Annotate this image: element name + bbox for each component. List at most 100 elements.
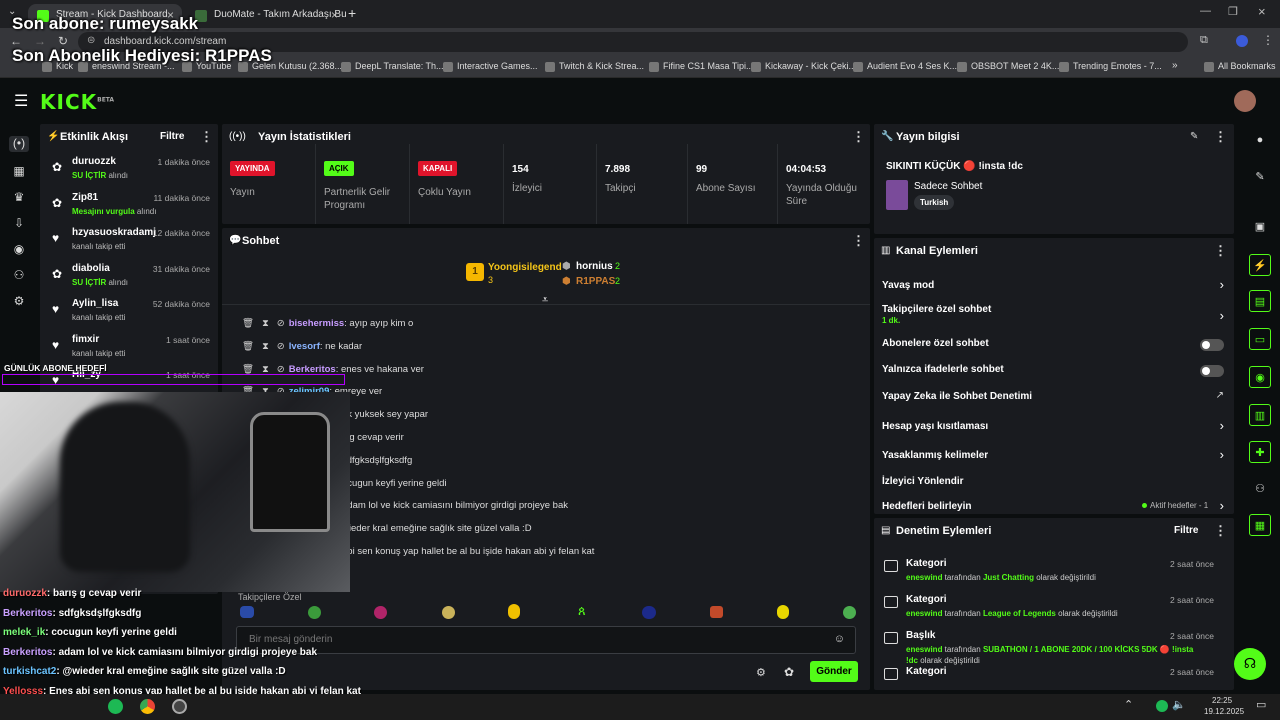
activity-username[interactable]: fimxir	[72, 334, 99, 345]
stats-rail-icon[interactable]: ▥	[1249, 404, 1271, 426]
activity-username[interactable]: duruozzk	[72, 156, 116, 167]
emote-icon[interactable]	[308, 606, 321, 619]
chat-username[interactable]: bisehermiss	[289, 318, 344, 329]
dashboard-nav-icon[interactable]: ▦	[11, 164, 27, 180]
activity-username[interactable]: Zip81	[72, 192, 98, 203]
toggle-switch[interactable]	[1200, 339, 1224, 351]
minimize-icon[interactable]: —	[1200, 5, 1211, 17]
maximize-icon[interactable]: ❐	[1228, 5, 1238, 18]
activity-username[interactable]: diabolia	[72, 263, 110, 274]
emote-icon[interactable]	[508, 604, 520, 619]
extensions-icon[interactable]: ⧉	[1200, 34, 1208, 47]
obs-taskbar-icon[interactable]	[172, 699, 187, 714]
channel-action-item[interactable]: Yapay Zeka ile Sohbet Denetimi ↗	[874, 389, 1234, 411]
tray-spotify-icon[interactable]	[1156, 700, 1168, 712]
chevron-right-icon[interactable]: ›	[1220, 498, 1224, 513]
new-tab-icon[interactable]: +	[348, 5, 356, 21]
stream-category[interactable]: Sadece Sohbet	[914, 181, 982, 192]
kick-logo[interactable]: KICKBETA	[40, 90, 114, 114]
chat-settings-icon[interactable]: ⚙	[756, 666, 766, 679]
channel-action-item[interactable]: Yalnızca ifadelerle sohbet	[874, 362, 1234, 384]
chevron-right-icon[interactable]: ›	[1220, 447, 1224, 462]
activity-username[interactable]: Aylin_lisa	[72, 298, 118, 309]
kicks-icon[interactable]: ✿	[784, 665, 794, 679]
spotify-taskbar-icon[interactable]	[108, 699, 123, 714]
activity-username[interactable]: hzyasuoskradamj	[72, 227, 156, 238]
channel-action-item[interactable]: Takipçilere özel sohbet 1 dk. ›	[874, 302, 1234, 325]
bookmark-item[interactable]: Trending Emotes - 7...	[1059, 61, 1162, 72]
leader-name[interactable]: R1PPAS	[576, 276, 615, 287]
emote-icon[interactable]	[240, 606, 254, 618]
emote-icon[interactable]	[642, 606, 656, 619]
bookmark-item[interactable]: Fifine CS1 Masa Tipi...	[649, 61, 754, 72]
edit-rail-icon[interactable]: ✎	[1249, 166, 1271, 188]
chat-message[interactable]: 🗑 ⧗ ⊘ bisehermiss: ayıp ayıp kim o	[242, 318, 413, 329]
stats-menu-icon[interactable]: ⋮	[852, 129, 865, 145]
channel-action-item[interactable]: İzleyici Yönlendir	[874, 474, 1234, 496]
chat-rail-icon[interactable]: ▭	[1249, 328, 1271, 350]
emote-icon[interactable]: ጰ	[578, 603, 586, 619]
chat-message[interactable]: 🗑 ⧗ ⊘ lvesorf: ne kadar	[242, 341, 362, 352]
chevron-right-icon[interactable]: ›	[1220, 308, 1224, 323]
timeout-icon[interactable]: ⧗	[262, 341, 269, 352]
toggle-switch[interactable]	[1200, 365, 1224, 377]
close-window-icon[interactable]: ×	[1258, 4, 1266, 19]
download-nav-icon[interactable]: ⇩	[11, 216, 27, 232]
delete-icon[interactable]: 🗑	[242, 341, 254, 352]
bookmark-item[interactable]: OBSBOT Meet 2 4K...	[957, 61, 1059, 72]
chrome-taskbar-icon[interactable]	[140, 699, 155, 714]
activity-item[interactable]: ✿ Zip81 11 dakika önce Mesajını vurgula alı…	[40, 190, 210, 226]
activity-item[interactable]: ✿ duruozzk 1 dakika önce SU İÇTİR alındı	[40, 154, 210, 190]
stream-nav-icon[interactable]: (•)	[9, 136, 29, 152]
chat-message[interactable]: 🗑 ⧗ ⊘ Berkeritos: enes ve hakana ver	[242, 364, 424, 375]
ban-icon[interactable]: ⊘	[277, 364, 285, 375]
ban-icon[interactable]: ⊘	[277, 318, 285, 329]
community-rail-icon[interactable]: ⚇	[1249, 478, 1271, 500]
broadcast-rail-icon[interactable]: ◉	[1249, 366, 1271, 388]
moderation-menu-icon[interactable]: ⋮	[1214, 523, 1227, 539]
channel-action-item[interactable]: Abonelere özel sohbet	[874, 336, 1234, 358]
support-headset-button[interactable]: ☊	[1234, 648, 1266, 680]
activity-menu-icon[interactable]: ⋮	[200, 129, 213, 145]
send-button[interactable]: Gönder	[810, 661, 858, 682]
activity-item[interactable]: ✿ diabolia 31 dakika önce SU İÇTİR alındı	[40, 261, 210, 297]
tray-chevron-icon[interactable]: ⌃	[1124, 698, 1133, 711]
chat-input[interactable]: Bir mesaj gönderin ☺	[236, 626, 856, 654]
leader-name[interactable]: Yoongisilegend	[488, 262, 562, 273]
info-rail-icon[interactable]: ●	[1249, 130, 1271, 152]
bookmark-item[interactable]: Twitch & Kick Strea...	[545, 61, 644, 72]
activity-item[interactable]: ♥ hzyasuoskradamj 12 dakika önce kanalı tak…	[40, 225, 210, 261]
chat-menu-icon[interactable]: ⋮	[852, 233, 865, 249]
activity-item[interactable]: ♥ Aylin_lisa 52 dakika önce kanalı takip et…	[40, 296, 210, 332]
browser-menu-icon[interactable]: ⋮	[1262, 33, 1274, 47]
ban-icon[interactable]: ⊘	[277, 341, 285, 352]
delete-icon[interactable]: 🗑	[242, 364, 254, 375]
stream-info-menu-icon[interactable]: ⋮	[1214, 129, 1227, 145]
timeout-icon[interactable]: ⧗	[262, 318, 269, 329]
scroll-down-icon[interactable]: ⩡	[542, 294, 548, 307]
chat-username[interactable]: Berkeritos	[289, 364, 336, 375]
broadcast-nav-icon[interactable]: ◉	[11, 242, 27, 258]
bookmark-item[interactable]: DeepL Translate: Th...	[341, 61, 444, 72]
emoji-icon[interactable]: ☺	[834, 633, 845, 645]
settings-nav-icon[interactable]: ⚙	[11, 294, 27, 310]
clapper-rail-icon[interactable]: ▦	[1249, 514, 1271, 536]
leader-name[interactable]: hornius	[576, 261, 613, 272]
document-rail-icon[interactable]: ▤	[1249, 290, 1271, 312]
activity-filter-button[interactable]: Filtre	[160, 131, 184, 142]
volume-icon[interactable]: 🔈	[1172, 698, 1186, 711]
channel-action-item[interactable]: Hesap yaşı kısıtlaması ›	[874, 418, 1234, 441]
channel-actions-menu-icon[interactable]: ⋮	[1214, 243, 1227, 259]
hamburger-menu-icon[interactable]: ☰	[14, 91, 28, 111]
channel-action-item[interactable]: Yavaş mod ›	[874, 277, 1234, 300]
moderation-filter-button[interactable]: Filtre	[1174, 525, 1198, 536]
community-nav-icon[interactable]: ⚇	[11, 268, 27, 284]
delete-icon[interactable]: 🗑	[242, 318, 254, 329]
emote-icon[interactable]	[710, 606, 723, 618]
edit-icon[interactable]: ✎	[1190, 131, 1198, 142]
chevron-right-icon[interactable]: ›	[1220, 418, 1224, 433]
emote-icon[interactable]	[843, 606, 856, 619]
bolt-rail-icon[interactable]: ⚡	[1249, 254, 1271, 276]
chat-username[interactable]: lvesorf	[289, 341, 320, 352]
chevron-right-icon[interactable]: ›	[1220, 277, 1224, 292]
